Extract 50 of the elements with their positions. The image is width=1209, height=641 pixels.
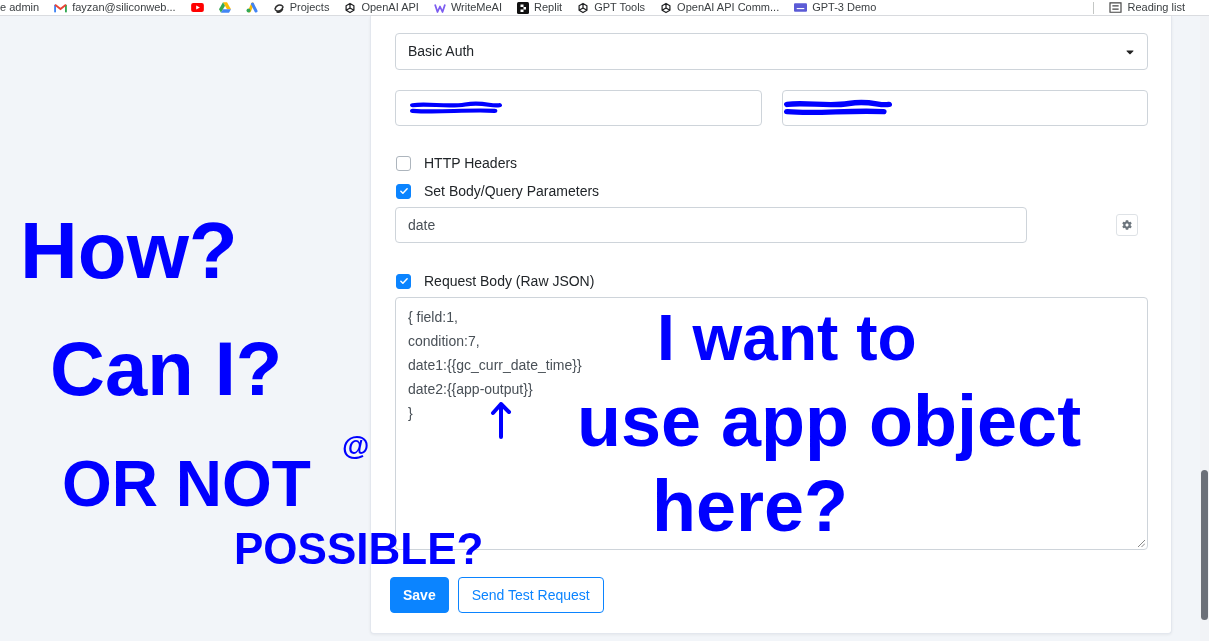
ring-icon [272,1,285,14]
w-letter-icon [433,1,446,14]
handwritten-note: @ [341,430,371,463]
option-label: Request Body (Raw JSON) [424,271,595,291]
bookmark[interactable]: GPT Tools [577,1,646,14]
bookmark[interactable]: fayzan@siliconweb... [54,2,176,13]
handwritten-note: I want to [656,302,918,376]
bookmark[interactable] [245,2,258,13]
parameter-field[interactable]: date [395,207,1027,243]
credential-field[interactable] [395,90,762,126]
list-icon [1108,2,1122,13]
reading-list-button[interactable]: Reading list [1108,2,1185,13]
checkbox[interactable] [396,155,411,171]
bookmark[interactable]: e admin [0,2,40,13]
scrollbar-thumb[interactable] [1201,470,1208,620]
checkbox[interactable] [396,273,411,289]
bookmark[interactable]: OpenAI API [344,1,419,14]
settings-icon [1122,220,1132,230]
peak-icon [245,2,258,13]
play-icon [190,3,204,12]
checkbox[interactable] [396,183,411,199]
up-arrow-icon [490,401,512,439]
hexagon-icon [660,1,673,14]
handwritten-note: How? [19,205,239,297]
check-icon [398,186,409,196]
settings-button[interactable] [1116,214,1138,236]
handwritten-note: use app object [576,380,1083,463]
credential-field[interactable] [781,90,1148,126]
tile-icon [794,3,808,12]
handwritten-note: Can I? [49,325,284,413]
hexagon-icon [344,1,357,14]
auth-type-select[interactable]: Basic Auth [395,33,1148,70]
hexagon-icon [577,1,590,14]
handwritten-note: OR NOT [61,448,312,522]
mail-icon [54,2,68,13]
bookmark[interactable]: OpenAI API Comm... [660,1,780,14]
check-icon [398,276,409,286]
bookmark[interactable]: Replit [517,1,563,14]
resize-handle-icon[interactable] [1137,539,1145,547]
bookmark[interactable]: GPT-3 Demo [794,2,877,13]
handwritten-note: here? [651,465,850,548]
save-button[interactable]: Save [390,577,449,613]
option-label: HTTP Headers [424,153,518,173]
bookmark[interactable]: Projects [272,1,330,14]
bookmark[interactable] [190,3,204,12]
bookmark[interactable] [218,2,231,13]
bookmark[interactable]: WriteMeAI [433,1,502,14]
option-label: Set Body/Query Parameters [424,181,600,201]
send-test-request-button[interactable]: Send Test Request [457,577,604,613]
triangle-icon [218,2,231,13]
